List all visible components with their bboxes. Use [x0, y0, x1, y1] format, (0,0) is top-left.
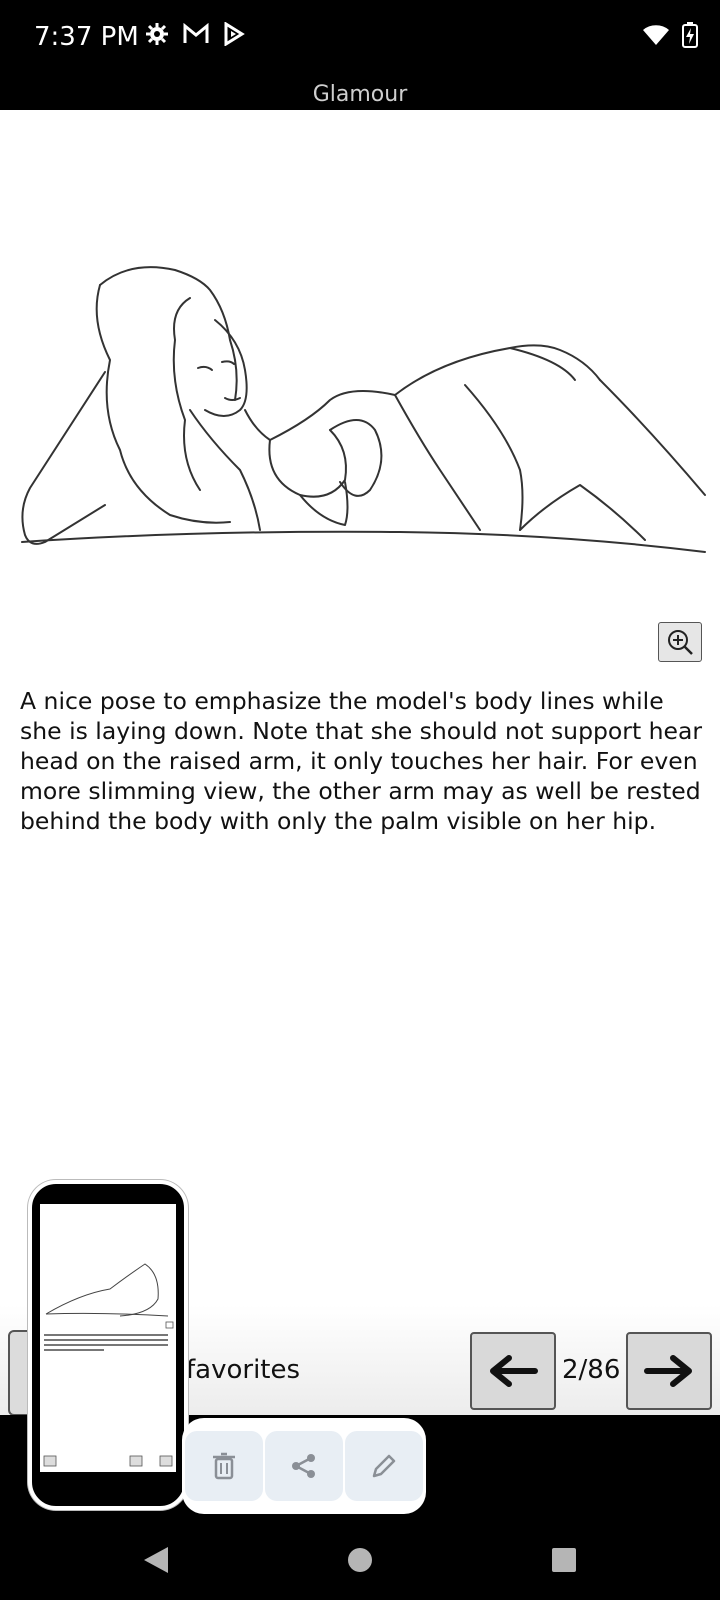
gear-icon	[146, 23, 168, 45]
home-icon	[348, 1548, 372, 1572]
pose-description: A nice pose to emphasize the model's bod…	[20, 687, 703, 835]
arrow-left-icon	[490, 1355, 538, 1387]
system-navigation-bar	[0, 1530, 720, 1590]
status-system-icons	[642, 22, 698, 48]
favorites-label[interactable]: favorites	[186, 1355, 300, 1385]
arrow-right-icon	[644, 1355, 692, 1387]
thumbnail-title-strip	[40, 1190, 176, 1204]
play-store-icon	[224, 22, 245, 46]
previous-button[interactable]	[470, 1332, 556, 1410]
screenshot-action-toolbar	[182, 1418, 426, 1514]
edit-button[interactable]	[345, 1431, 423, 1501]
battery-charging-icon	[682, 22, 698, 48]
recents-icon	[552, 1548, 576, 1572]
wifi-icon	[643, 25, 669, 45]
zoom-in-icon	[668, 630, 693, 655]
page-counter: 2/86	[562, 1355, 621, 1385]
page-title: Glamour	[312, 82, 408, 107]
thumbnail-content	[40, 1204, 176, 1472]
screenshot-thumbnail[interactable]	[28, 1180, 188, 1510]
status-notification-icons	[145, 22, 245, 46]
gmail-icon	[183, 23, 209, 43]
home-button[interactable]	[340, 1530, 380, 1590]
delete-button[interactable]	[185, 1431, 263, 1501]
next-button[interactable]	[626, 1332, 712, 1410]
edit-icon	[372, 1454, 396, 1478]
back-icon	[144, 1547, 168, 1573]
status-time: 7:37 PM	[34, 22, 139, 52]
thumbnail-illustration	[43, 1263, 174, 1467]
pose-illustration	[21, 266, 706, 553]
back-button[interactable]	[136, 1530, 176, 1590]
status-bar: 7:37 PM	[0, 0, 720, 80]
recents-button[interactable]	[544, 1530, 584, 1590]
app-title-bar: Glamour	[0, 80, 720, 110]
delete-icon	[213, 1452, 235, 1480]
share-button[interactable]	[265, 1431, 343, 1501]
share-icon	[292, 1454, 315, 1478]
zoom-button[interactable]	[658, 622, 702, 662]
